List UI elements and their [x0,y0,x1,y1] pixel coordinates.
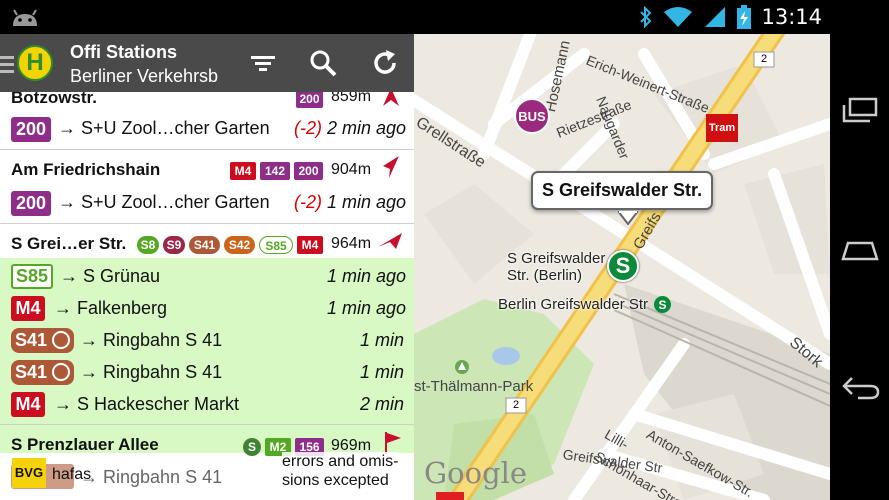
route-number-shield: 2 [760,53,768,65]
departure-destination: → Ringbahn S 41 [80,467,223,487]
departure-line-badge: S41 [11,328,74,353]
line-badge: S85 [259,236,293,254]
station-label-greifswalder: Berlin Greifswalder Str [498,296,649,313]
station-label-line2: Str. (Berlin) [507,267,583,284]
line-badge: S41 [189,236,220,254]
departure-destination: → Ringbahn S 41 [80,362,223,382]
disclaimer-line2: sions excepted [282,472,389,489]
clock: 13:14 [761,5,822,29]
departure-line-badge: S41 [11,360,74,385]
tram-stop-label: Tram [708,122,736,134]
signal-icon [705,7,726,27]
departure-time: 1 min ago [327,192,407,212]
station-name[interactable]: Am Friedrichshain [11,160,160,180]
home-icon[interactable] [840,235,880,265]
departure-line-label: S41 [15,330,48,350]
separator [0,149,414,150]
ring-icon [52,363,70,381]
route-number-shield-2: 2 [512,399,520,411]
action-bar: H Offi Stations Berliner Verkehrsb [0,34,414,92]
departure-time: 1 min [360,330,405,350]
station-callout[interactable]: S Greifswalder Str. [531,171,714,210]
battery-charging-icon [737,5,752,29]
departure-delay: (-2) [294,192,322,212]
line-badge: 142 [260,162,290,180]
bluetooth-icon [640,6,652,28]
back-icon[interactable] [840,372,880,402]
tram-stop-marker[interactable]: Tram [706,114,738,142]
separator [0,424,414,425]
departure-destination: → S+U Zool…cher Garten [58,192,270,212]
departure-destination: → Ringbahn S 41 [80,330,223,350]
sbahn-poi-icon[interactable]: S [654,296,671,313]
line-badge: 200 [296,90,323,108]
line-badge: S42 [224,236,255,254]
departure-line-badge: 200 [11,191,51,216]
line-badge: M4 [297,236,323,254]
google-watermark: Google [424,456,528,490]
departure-line-badge: 200 [11,117,51,142]
direction-flag-icon [385,432,401,454]
station-distance: 904m [331,161,372,178]
search-icon[interactable] [308,48,338,78]
station-label-line1: S Greifswalder [507,250,606,267]
bus-stop-marker[interactable]: BUS [514,98,550,134]
departure-delay: (-2) [294,118,322,138]
line-badge: 200 [294,162,323,180]
separator [0,223,414,224]
navigation-bar [830,0,889,500]
departure-destination: → S Hackescher Markt [54,394,240,414]
station-name[interactable]: S Prenzlauer Allee [11,435,159,455]
bus-stop-label: BUS [518,108,546,124]
refresh-icon[interactable] [370,48,400,78]
app-subtitle: Berliner Verkehrsb [70,66,219,86]
departure-line-badge: S85 [11,264,53,289]
departure-time: 1 min [360,362,405,382]
direction-arrow-icon [383,156,399,178]
departure-destination: → S Grünau [60,266,161,286]
status-icons: 13:14 [639,4,822,30]
line-badge: S [243,438,261,456]
bvg-logo: BVG [12,458,46,488]
departure-destination: → Falkenberg [54,298,168,318]
departure-destination: → S+U Zool…cher Garten [58,118,270,138]
street-thaelmann-park: st-Thälmann-Park [414,378,534,395]
sbahn-marker-label: S [615,253,631,278]
departure-time: 1 min ago [327,266,407,286]
sbahn-station-marker[interactable]: S [607,250,639,282]
departure-line-label: S41 [15,362,48,382]
wifi-icon [664,7,693,27]
android-icon [13,9,37,26]
station-label-berlin: S Greifswalder Str. (Berlin) [507,250,605,284]
tree-poi-icon [455,360,469,374]
recent-apps-icon[interactable] [840,95,880,125]
disclaimer-note: errors and omis- sions excepted [282,452,399,490]
departure-line-badge: M4 [11,392,45,417]
ring-icon [52,331,70,349]
departure-line-badge: M4 [11,296,45,321]
direction-arrow-icon [378,233,402,249]
provider-name: hafas [52,466,92,483]
app-logo-letter: H [26,49,44,76]
line-badge: S8 [137,236,159,254]
departure-time: 2 min [360,394,405,414]
line-badge: M4 [230,162,256,180]
disclaimer-line1: errors and omis- [282,453,399,470]
app-logo-icon[interactable]: H [17,45,53,81]
departure-time: 1 min ago [327,298,407,318]
sbahn-poi-label: S [658,297,667,312]
callout-pointer [618,211,638,225]
station-name[interactable]: S Grei…er Str. [11,234,126,254]
map-view[interactable]: Grellstraße Hosemann Erich-Weinert-Straß… [414,34,830,500]
app-title: Offi Stations [70,42,177,62]
station-list-panel: H Offi Stations Berliner Verkehrsb Botzo… [0,34,414,500]
filter-icon[interactable] [248,48,278,78]
departure-time: 2 min ago [327,118,407,138]
drawer-icon[interactable] [0,56,14,74]
line-badge: S9 [163,236,185,254]
station-distance: 964m [331,235,372,252]
status-bar: 13:14 [0,0,830,34]
